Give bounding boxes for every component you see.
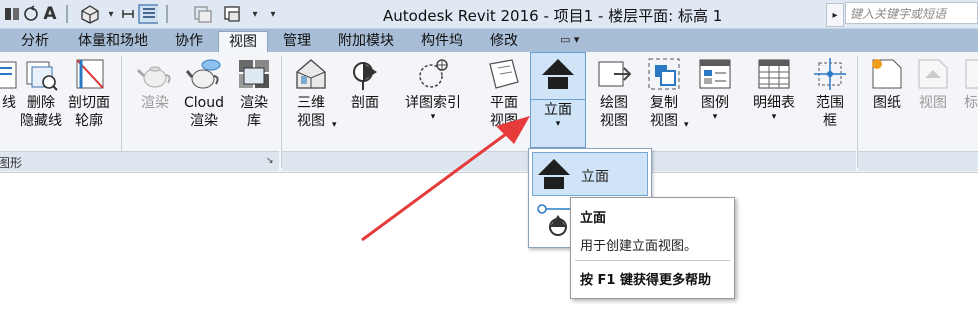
annotation-arrow <box>361 116 530 242</box>
